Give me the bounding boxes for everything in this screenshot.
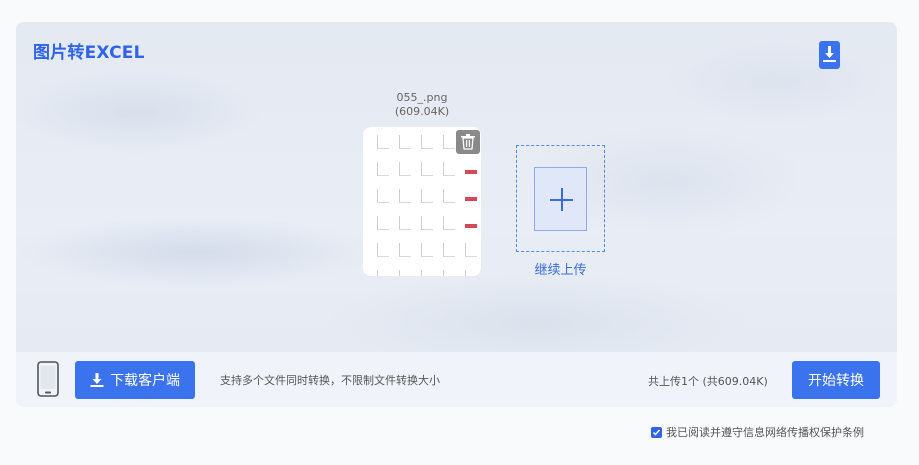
file-size: (609.04K) (394, 105, 450, 118)
download-client-label: 下载客户端 (110, 373, 180, 389)
file-thumbnail[interactable] (363, 127, 481, 276)
agreement-checkbox[interactable] (651, 426, 662, 438)
phone-icon (37, 361, 59, 401)
agreement-text[interactable]: 我已阅读并遵守信息网络传播权保护条例 (666, 424, 864, 440)
download-icon (90, 373, 104, 387)
start-convert-button[interactable]: 开始转换 (792, 361, 880, 399)
download-icon[interactable] (819, 41, 840, 69)
upload-area: 图片转EXCEL 055_.png (609.04K) 继续上传 (16, 22, 897, 352)
continue-upload-label[interactable]: 继续上传 (516, 259, 605, 278)
agreement: 我已阅读并遵守信息网络传播权保护条例 (651, 424, 864, 440)
page-title: 图片转EXCEL (33, 43, 145, 63)
bottom-bar: 下载客户端 支持多个文件同时转换，不限制文件转换大小 共上传1个 (共609.0… (16, 352, 897, 407)
file-info: 055_.png (609.04K) (363, 91, 481, 119)
thumbnail-preview (377, 135, 477, 276)
file-name: 055_.png (396, 91, 448, 104)
plus-icon[interactable] (534, 167, 587, 231)
download-client-button[interactable]: 下载客户端 (75, 361, 195, 399)
upload-total: 共上传1个 (共609.04K) (648, 375, 768, 388)
trash-icon[interactable] (456, 130, 480, 154)
upload-hint: 支持多个文件同时转换，不限制文件转换大小 (220, 374, 440, 387)
converter-card: 图片转EXCEL 055_.png (609.04K) 继续上传 下载客户端 支… (16, 22, 897, 407)
continue-upload-button[interactable] (516, 145, 605, 252)
